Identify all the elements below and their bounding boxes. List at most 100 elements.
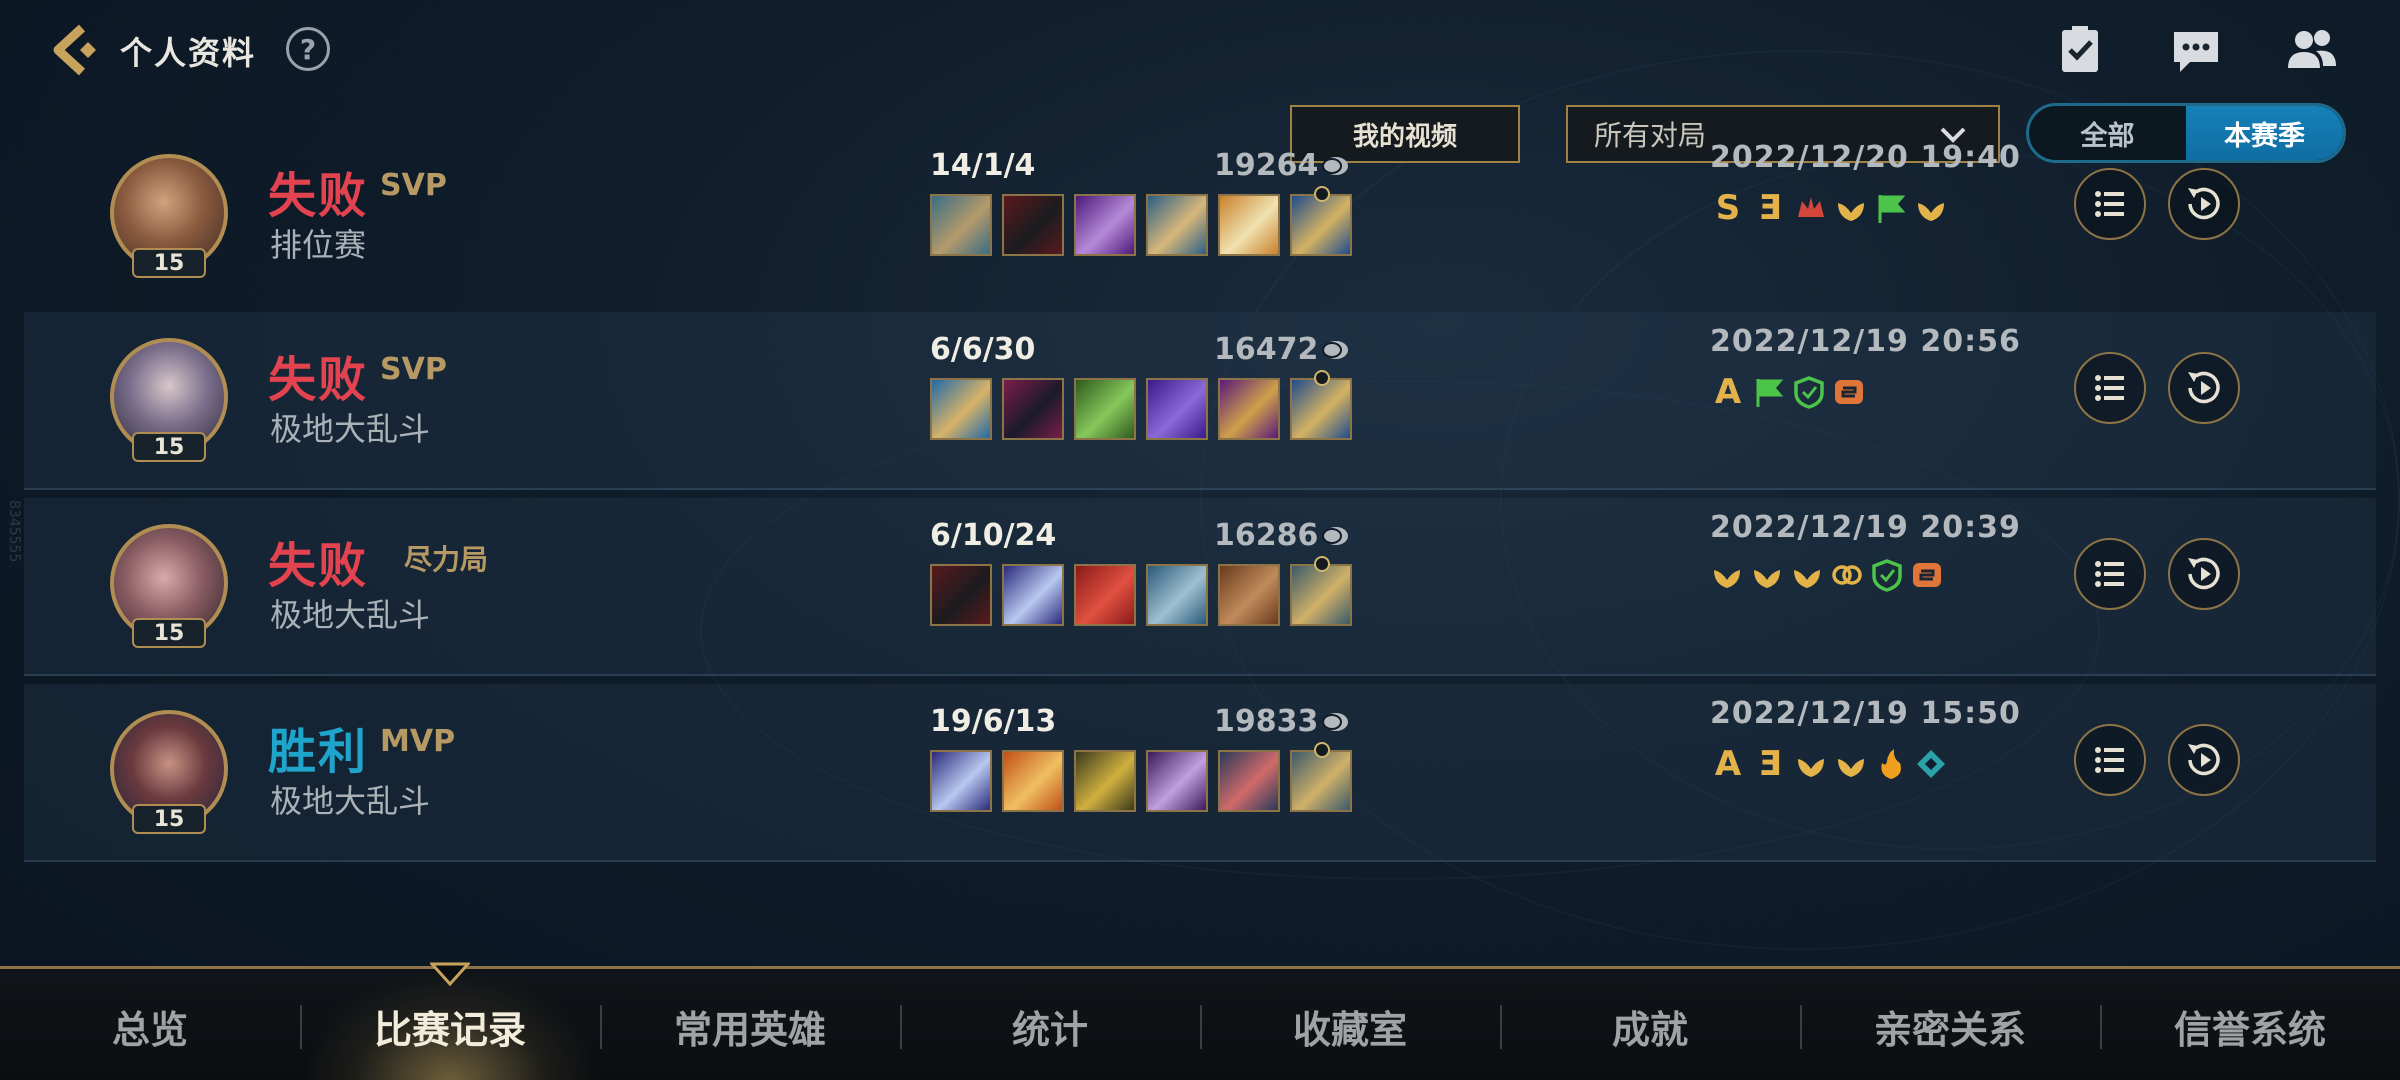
- item-build: [930, 742, 1352, 812]
- claw-item-icon[interactable]: [1074, 378, 1136, 440]
- gold-earned: 19833: [1214, 704, 1319, 739]
- purple-blade-item-icon[interactable]: [1074, 194, 1136, 256]
- gold-coin-icon: [1322, 157, 1348, 175]
- cloak-item-icon[interactable]: [1002, 378, 1064, 440]
- chestplate-item-icon[interactable]: [1290, 742, 1352, 812]
- staff-item-icon[interactable]: [1146, 378, 1208, 440]
- match-row[interactable]: 15 胜利 MVP 极地大乱斗 19/6/13 19833 2022/12/19…: [24, 684, 2376, 862]
- match-row[interactable]: 15 失败 SVP 极地大乱斗 6/6/30 16472 2022/12/19 …: [24, 312, 2376, 490]
- gold-earned: 16286: [1214, 518, 1319, 553]
- champion-level: 15: [132, 804, 206, 834]
- honor-grade-icon: A: [1714, 744, 1742, 784]
- honor-shield-icon: [1872, 559, 1902, 592]
- friends-icon[interactable]: [2286, 24, 2338, 76]
- chat-icon[interactable]: [2170, 24, 2222, 76]
- tab-3[interactable]: 统计: [900, 969, 1200, 1080]
- honor-wings-icon: [1838, 759, 1864, 777]
- match-datetime: 2022/12/19 20:39: [1710, 510, 2021, 545]
- replay-button[interactable]: [2168, 168, 2240, 240]
- chestplate-item-icon[interactable]: [1290, 556, 1352, 626]
- champion-avatar[interactable]: 15: [110, 710, 228, 834]
- kda: 6/6/30: [930, 332, 1036, 367]
- replay-button[interactable]: [2168, 538, 2240, 610]
- dagger-item-icon[interactable]: [1074, 750, 1136, 812]
- tab-6[interactable]: 亲密关系: [1800, 969, 2100, 1080]
- task-clipboard-icon[interactable]: [2054, 24, 2106, 76]
- replay-button[interactable]: [2168, 352, 2240, 424]
- wings-item-icon[interactable]: [1218, 194, 1280, 256]
- performance-badge: MVP: [380, 724, 456, 759]
- shuriken-item-icon[interactable]: [1002, 564, 1064, 626]
- match-details-button[interactable]: [2074, 168, 2146, 240]
- item-build: [930, 370, 1352, 440]
- kda: 6/10/24: [930, 518, 1057, 553]
- back-button[interactable]: [48, 20, 108, 80]
- list-icon: [2095, 747, 2124, 773]
- match-result: 失败: [268, 538, 369, 594]
- tab-divider: [900, 1005, 902, 1049]
- honor-list: A: [1710, 372, 1866, 412]
- tab-4[interactable]: 收藏室: [1200, 969, 1500, 1080]
- honor-grade-icon: Ǝ: [1758, 744, 1782, 784]
- champion-avatar[interactable]: 15: [110, 338, 228, 462]
- match-row[interactable]: 15 失败 尽力局 极地大乱斗 6/10/24 16286 2022/12/19…: [24, 498, 2376, 676]
- ward-dot-icon: [1314, 556, 1330, 572]
- honor-link-icon: [1832, 565, 1862, 585]
- gauntlet-item-icon[interactable]: [1074, 564, 1136, 626]
- honor-fire-icon: [1881, 749, 1901, 779]
- replay-icon: [2188, 187, 2220, 220]
- honor-flag-icon: [1756, 379, 1784, 407]
- bottom-tab-bar: 总览 比赛记录 常用英雄 统计 收藏室 成就 亲密关系 信誉系统: [0, 966, 2400, 1080]
- tab-divider: [1200, 1005, 1202, 1049]
- tab-0[interactable]: 总览: [0, 969, 300, 1080]
- game-mode: 极地大乱斗: [270, 782, 431, 820]
- lamp-item-icon[interactable]: [1218, 378, 1280, 440]
- ward-dot-icon: [1314, 742, 1330, 758]
- sword-item-icon[interactable]: [1218, 750, 1280, 812]
- champion-avatar[interactable]: 15: [110, 154, 228, 278]
- list-icon: [2095, 375, 2124, 401]
- replay-icon: [2188, 743, 2220, 776]
- honor-shield-icon: [1794, 376, 1824, 409]
- performance-badge: SVP: [380, 352, 447, 387]
- side-id-text: 8345555: [6, 500, 22, 563]
- tab-5[interactable]: 成就: [1500, 969, 1800, 1080]
- match-details-button[interactable]: [2074, 352, 2146, 424]
- tab-divider: [300, 1005, 302, 1049]
- hammer-item-icon[interactable]: [930, 194, 992, 256]
- orb-staff-item-icon[interactable]: [1002, 750, 1064, 812]
- trinket-item-icon[interactable]: [1290, 186, 1352, 256]
- help-button[interactable]: ?: [286, 27, 330, 71]
- trident-item-icon[interactable]: [930, 378, 992, 440]
- shuriken-item-icon[interactable]: [930, 750, 992, 812]
- gold-coin-icon: [1322, 713, 1348, 731]
- honor-wings-icon: [1838, 203, 1864, 221]
- match-result: 失败: [268, 352, 369, 408]
- honor-wings-icon: [1798, 759, 1824, 777]
- honor-wings-icon: [1714, 570, 1740, 588]
- performance-badge: 尽力局: [404, 543, 489, 576]
- page-title: 个人资料: [120, 34, 257, 72]
- honor-crown-icon: [1798, 197, 1824, 217]
- match-row[interactable]: 15 失败 SVP 排位赛 14/1/4 19264 2022/12/20 19…: [24, 128, 2376, 306]
- trinket-item-icon[interactable]: [1290, 370, 1352, 440]
- tab-7[interactable]: 信誉系统: [2100, 969, 2400, 1080]
- spear-item-icon[interactable]: [1146, 194, 1208, 256]
- hammer-item-icon[interactable]: [1218, 564, 1280, 626]
- back-arrow-icon: [53, 24, 96, 76]
- match-details-button[interactable]: [2074, 724, 2146, 796]
- replay-button[interactable]: [2168, 724, 2240, 796]
- honor-list: [1710, 558, 1944, 592]
- blade-item-icon[interactable]: [930, 564, 992, 626]
- item-build: [930, 556, 1352, 626]
- match-datetime: 2022/12/19 20:56: [1710, 324, 2021, 359]
- armor-item-icon[interactable]: [1146, 564, 1208, 626]
- champion-avatar[interactable]: 15: [110, 524, 228, 648]
- blade-item-icon[interactable]: [1002, 194, 1064, 256]
- list-icon: [2095, 561, 2124, 587]
- item-build: [930, 186, 1352, 256]
- tab-2[interactable]: 常用英雄: [600, 969, 900, 1080]
- kda: 14/1/4: [930, 148, 1036, 183]
- glaive-item-icon[interactable]: [1146, 750, 1208, 812]
- match-details-button[interactable]: [2074, 538, 2146, 610]
